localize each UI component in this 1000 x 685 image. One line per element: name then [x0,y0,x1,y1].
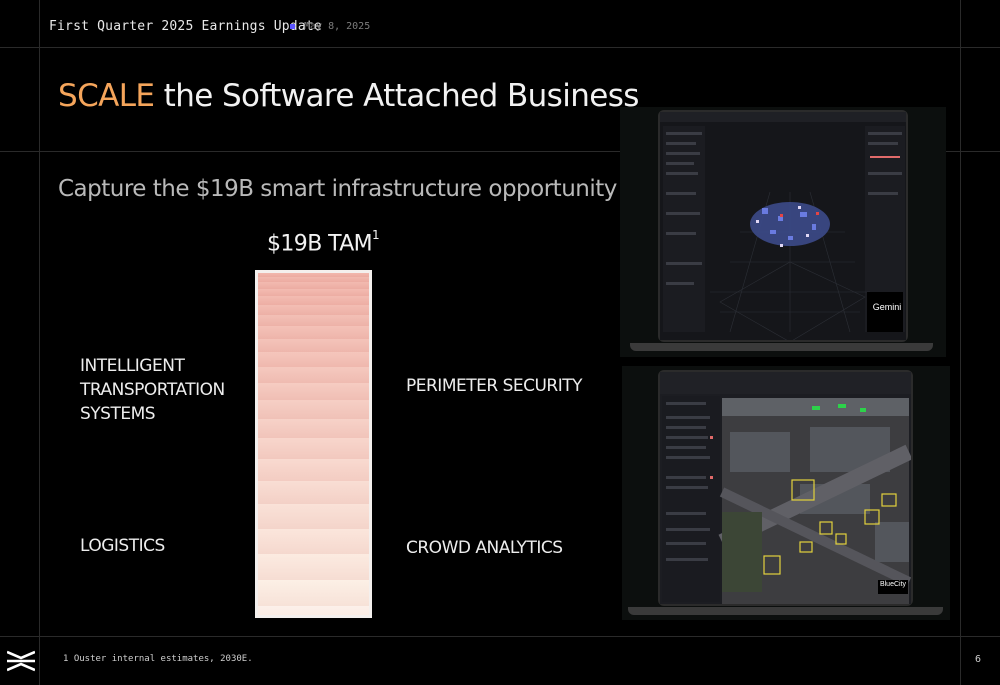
tam-footnote-ref: 1 [372,228,380,242]
tam-bar-band [258,296,369,305]
tam-bar-band [258,438,369,459]
tam-bar-band [258,305,369,315]
segment-crowd-analytics: CROWD ANALYTICS [406,538,563,558]
tam-label-text: $19B TAM [267,231,373,257]
tam-bar-band [258,606,369,615]
tam-bar-band [258,400,369,419]
aerial-traffic-ui-image [660,372,913,604]
gemini-badge: Gemini [872,302,902,312]
slide-title: SCALE the Software Attached Business [58,78,639,114]
slide-subtitle: Capture the $19B smart infrastructure op… [58,176,617,202]
segment-perimeter-security: PERIMETER SECURITY [406,376,583,396]
grid-line [960,0,961,685]
laptop-screen: BlueCity [658,370,913,606]
tam-bar-band [258,580,369,607]
tam-bar-band [258,315,369,327]
segment-its: INTELLIGENT TRANSPORTATION SYSTEMS [80,354,225,426]
header-marker [290,24,295,29]
tam-bar-band [258,326,369,339]
grid-line [0,636,1000,637]
tam-bar-band [258,459,369,481]
tam-bar-band [258,338,369,353]
grid-line [39,0,40,685]
bluecity-badge: BlueCity [879,581,907,588]
grid-line [0,47,1000,48]
tam-label: $19B TAM1 [267,228,380,257]
footnote: 1 Ouster internal estimates, 2030E. [63,654,253,664]
page-number: 6 [975,654,982,665]
tam-bar-band [258,418,369,439]
segment-its-line: INTELLIGENT [80,356,185,376]
segment-its-line: TRANSPORTATION [80,380,225,400]
tam-bar-band [258,288,369,297]
tam-bar-band [258,367,369,383]
tam-bar-band [258,481,369,505]
tam-bar-band [258,528,369,555]
laptop-base [630,343,933,351]
header-title: First Quarter 2025 Earnings Update [49,19,322,34]
tam-bar-band [258,383,369,401]
header-date: May 8, 2025 [304,21,371,32]
title-rest: the Software Attached Business [154,78,640,114]
tam-bar-band [258,554,369,581]
ouster-logo-icon [7,650,35,672]
tam-bar [255,270,372,618]
segment-its-line: SYSTEMS [80,404,156,424]
title-accent: SCALE [58,78,155,114]
tam-bar-band [258,504,369,529]
laptop-screen: Gemini [658,110,908,343]
tam-bar-band [258,352,369,367]
segment-logistics: LOGISTICS [80,536,165,556]
laptop-base [628,607,943,615]
